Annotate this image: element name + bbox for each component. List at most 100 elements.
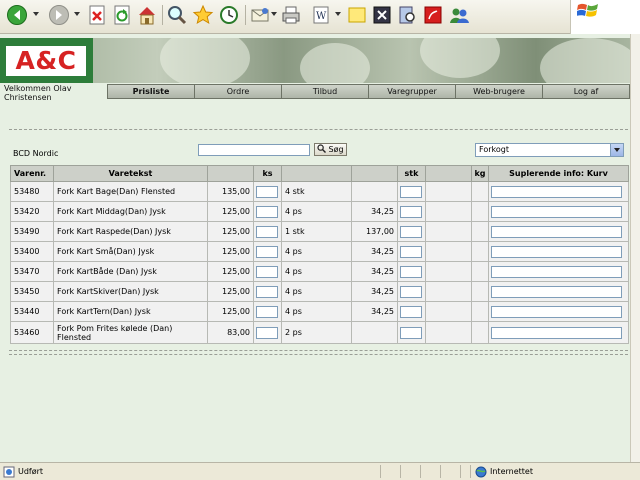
search-input[interactable] [198,144,310,156]
stk-quantity-input[interactable] [400,285,422,298]
col-varenr: Varenr. [10,165,54,182]
info-input[interactable] [491,205,622,218]
varetekst-cell: Fork Kart Raspede(Dan) Jysk [53,221,208,242]
price-cell: 125,00 [207,281,254,302]
favorites-icon[interactable] [192,4,214,26]
mail-dropdown-icon[interactable] [271,12,277,16]
kg-cell [471,181,489,202]
pdf-icon[interactable] [422,4,444,26]
nav-ordre[interactable]: Ordre [195,85,282,98]
col-blank [425,165,472,182]
edit-icon[interactable]: W [310,4,332,26]
stk-quantity-input[interactable] [400,225,422,238]
notes-icon[interactable] [346,4,368,26]
ks-quantity-input[interactable] [256,225,278,238]
users-icon[interactable] [448,4,470,26]
category-select[interactable]: Forkogt [475,143,624,157]
home-icon[interactable] [136,4,158,26]
research-icon[interactable] [396,4,418,26]
stop-icon[interactable] [86,4,108,26]
ks-quantity-input[interactable] [256,305,278,318]
varetekst-cell: Fork KartTern(Dan) Jysk [53,301,208,322]
info-input[interactable] [491,185,622,198]
col-price [207,165,254,182]
unit-price-cell: 137,00 [351,221,398,242]
browser-toolbar: W [0,0,640,34]
back-icon[interactable] [6,4,28,26]
ks-quantity-input[interactable] [256,265,278,278]
stk-quantity-input[interactable] [400,305,422,318]
ks-quantity-input[interactable] [256,326,278,339]
varetekst-cell: Fork Kart Små(Dan) Jysk [53,241,208,262]
stk-quantity-input[interactable] [400,245,422,258]
price-cell: 125,00 [207,201,254,222]
ks-quantity-input[interactable] [256,285,278,298]
pack-cell: 1 stk [281,221,352,242]
varenr-cell: 53490 [10,221,54,242]
table-row: 53490 Fork Kart Raspede(Dan) Jysk 125,00… [10,221,629,242]
chevron-down-icon[interactable] [610,144,623,156]
info-input[interactable] [491,305,622,318]
col-kg: kg [471,165,489,182]
price-cell: 125,00 [207,221,254,242]
divider [9,350,628,351]
back-dropdown-icon[interactable] [33,12,39,16]
varenr-cell: 53470 [10,261,54,282]
pack-cell: 4 stk [281,181,352,202]
pack-cell: 4 ps [281,301,352,322]
unit-price-cell [351,181,398,202]
varetekst-cell: Fork Pom Frites kølede (Dan) Flensted [53,321,208,344]
search-button-label: Søg [328,145,344,154]
info-input[interactable] [491,225,622,238]
unit-price-cell [351,321,398,344]
price-table: Varenr. Varetekst ks stk kg Suplerende i… [10,165,629,344]
price-cell: 125,00 [207,241,254,262]
pack-cell: 4 ps [281,201,352,222]
info-input[interactable] [491,285,622,298]
stk-quantity-input[interactable] [400,326,422,339]
messenger-icon[interactable] [371,4,393,26]
info-input[interactable] [491,245,622,258]
blank-cell [425,181,472,202]
history-icon[interactable] [218,4,240,26]
forward-icon[interactable] [48,4,70,26]
varenr-cell: 53450 [10,281,54,302]
search-button[interactable]: Søg [314,143,347,156]
varenr-cell: 53460 [10,321,54,344]
table-row: 53460 Fork Pom Frites kølede (Dan) Flens… [10,321,629,344]
category-select-value: Forkogt [479,145,509,154]
ks-quantity-input[interactable] [256,185,278,198]
edit-dropdown-icon[interactable] [335,12,341,16]
nav-tilbud[interactable]: Tilbud [282,85,369,98]
logo-text: A&C [15,46,77,75]
nav-varegrupper[interactable]: Varegrupper [369,85,456,98]
varetekst-cell: Fork Kart Middag(Dan) Jysk [53,201,208,222]
forward-dropdown-icon[interactable] [74,12,80,16]
info-input[interactable] [491,326,622,339]
vertical-scrollbar[interactable] [630,34,640,462]
status-text: Udført [18,467,44,476]
kg-cell [471,321,489,344]
nav-web-brugere[interactable]: Web-brugere [456,85,543,98]
stk-quantity-input[interactable] [400,265,422,278]
refresh-icon[interactable] [111,4,133,26]
blank-cell [425,281,472,302]
info-input[interactable] [491,265,622,278]
varenr-cell: 53440 [10,301,54,322]
varetekst-cell: Fork KartSkiver(Dan) Jysk [53,281,208,302]
table-row: 53470 Fork KartBåde (Dan) Jysk 125,00 4 … [10,261,629,282]
mail-icon[interactable] [249,4,271,26]
blank-cell [425,261,472,282]
blank-cell [425,241,472,262]
unit-price-cell: 34,25 [351,241,398,262]
logo[interactable]: A&C [0,38,93,83]
nav-log-af[interactable]: Log af [543,85,629,98]
stk-quantity-input[interactable] [400,205,422,218]
nav-prisliste[interactable]: Prisliste [108,85,195,98]
ks-quantity-input[interactable] [256,205,278,218]
print-icon[interactable] [280,4,302,26]
ks-quantity-input[interactable] [256,245,278,258]
price-cell: 125,00 [207,301,254,322]
search-icon[interactable] [166,4,188,26]
stk-quantity-input[interactable] [400,185,422,198]
